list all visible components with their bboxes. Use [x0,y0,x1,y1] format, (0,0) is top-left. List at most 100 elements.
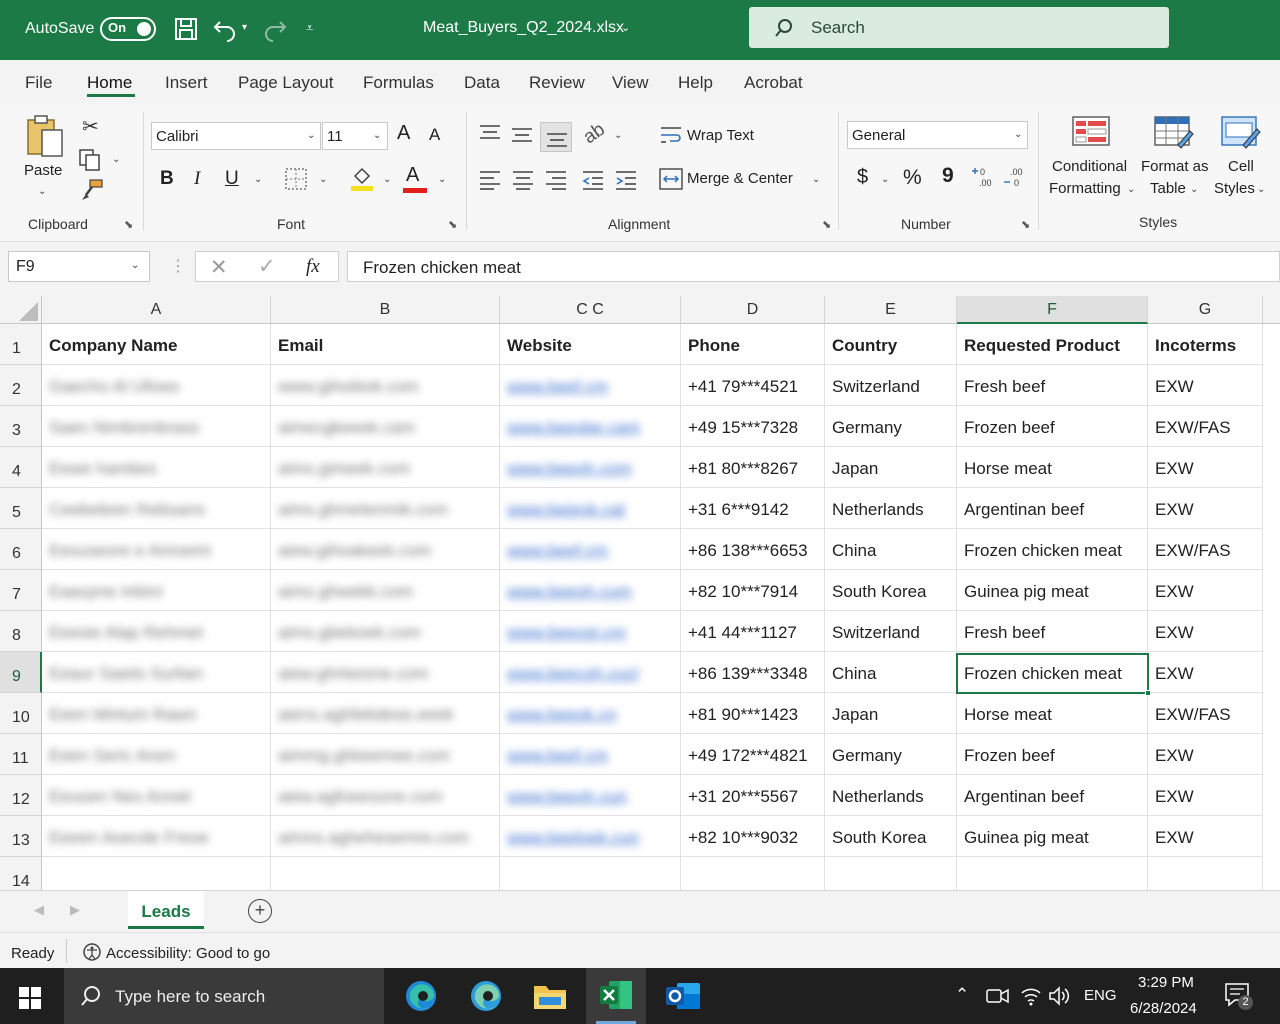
cell-header-company-name[interactable]: Company Name [42,324,271,365]
merge-center-icon[interactable] [659,168,683,190]
cell-email[interactable]: aiew.gihoakeek.com [271,529,500,570]
cell-requested-product[interactable]: Guinea pig meat [957,816,1148,857]
shrink-font-button[interactable]: A [429,125,440,145]
font-color-dropdown-icon[interactable]: ⌄ [438,174,446,185]
cell-country[interactable]: South Korea [825,816,957,857]
cell-phone[interactable]: +82 10***7914 [681,570,825,611]
scroll-sheets-right-icon[interactable]: ▶ [70,902,80,918]
comma-style-button[interactable]: 9 [942,164,954,188]
align-middle-icon[interactable] [511,126,533,144]
cell-website[interactable]: www.beecoh.cucl [500,652,681,693]
column-header-c[interactable]: C C [500,296,681,324]
format-as-table-label-1[interactable]: Format as [1141,158,1209,175]
sheet-tab-leads[interactable]: Leads [128,891,204,929]
cell-header-phone[interactable]: Phone [681,324,825,365]
tab-review[interactable]: Review [529,73,585,93]
column-header-d[interactable]: D [681,296,825,324]
cell-company-name[interactable]: Eesuseore e Amnemi [42,529,271,570]
cell-email[interactable]: aimns.aghehesemre.com [271,816,500,857]
cell-country[interactable]: Netherlands [825,775,957,816]
number-format-select[interactable]: General [847,121,1028,149]
cell-email[interactable]: aimmg.ghkeemee.com [271,734,500,775]
volume-icon[interactable] [1048,986,1070,1006]
insert-function-button[interactable]: fx [306,256,320,278]
cell-company-name[interactable]: Eeen Minlum Rawn [42,693,271,734]
tab-file[interactable]: File [25,73,52,93]
cell-country[interactable]: Switzerland [825,365,957,406]
scroll-sheets-left-icon[interactable]: ◀ [34,902,44,918]
customize-toolbar-icon[interactable]: ⩡ [306,20,313,36]
notifications-icon[interactable]: 2 [1225,983,1253,1010]
cell-country[interactable]: China [825,652,957,693]
row-header[interactable]: 13 [0,816,42,857]
tab-acrobat[interactable]: Acrobat [744,73,803,93]
tab-view[interactable]: View [612,73,649,93]
paste-button[interactable]: Paste [24,162,62,179]
cell-requested-product[interactable]: Frozen beef [957,406,1148,447]
tab-formulas[interactable]: Formulas [363,73,434,93]
cell-email[interactable]: aiew.ghrleesne.com [271,652,500,693]
paste-icon[interactable] [24,114,66,162]
formula-input[interactable]: Frozen chicken meat [347,251,1280,282]
format-as-table-label-2[interactable]: Table [1150,180,1186,197]
cell-email[interactable]: www.gihoibok.com [271,365,500,406]
fill-color-icon[interactable] [350,166,374,192]
wifi-icon[interactable] [1020,986,1042,1006]
cell-email[interactable]: aiens.aghfebdese.eeek [271,693,500,734]
select-all-corner[interactable] [0,296,42,324]
row-header[interactable]: 14 [0,857,42,890]
column-header-h[interactable] [1263,296,1280,324]
decrease-decimal-icon[interactable]: .00 0 [1002,166,1028,188]
accessibility-icon[interactable] [82,942,102,962]
cell-country[interactable]: China [825,529,957,570]
file-name[interactable]: Meat_Buyers_Q2_2024.xlsx [423,19,624,37]
column-header-a[interactable]: A [42,296,271,324]
name-box-chevron-icon[interactable]: ⌄ [131,260,139,271]
clock-date[interactable]: 6/28/2024 [1130,1000,1197,1017]
tab-data[interactable]: Data [464,73,500,93]
orientation-icon[interactable]: ab [580,119,610,149]
percent-button[interactable]: % [903,166,922,190]
cancel-entry-icon[interactable]: ✕ [210,255,228,280]
align-left-icon[interactable] [479,170,501,190]
cell-styles-icon[interactable] [1221,115,1261,149]
search-box[interactable]: Search [749,7,1169,48]
cell-company-name[interactable]: Eeesie Alap Rehmet [42,611,271,652]
clipboard-launcher-icon[interactable]: ⬊ [124,218,133,231]
row-header[interactable]: 7 [0,570,42,611]
save-icon[interactable] [173,16,199,42]
cell-website[interactable]: www.beeoh.com [500,447,681,488]
cell-header-requested-product[interactable]: Requested Product [957,324,1148,365]
wrap-text-button[interactable]: Wrap Text [687,127,754,144]
decrease-indent-icon[interactable] [582,170,604,190]
empty-cell[interactable] [957,857,1148,890]
row-header[interactable]: 11 [0,734,42,775]
cell-country[interactable]: Germany [825,406,957,447]
outlook-icon[interactable] [665,980,701,1012]
row-header[interactable]: 8 [0,611,42,652]
cell-phone[interactable]: +31 6***9142 [681,488,825,529]
tab-insert[interactable]: Insert [165,73,208,93]
row-header[interactable]: 4 [0,447,42,488]
fill-color-dropdown-icon[interactable]: ⌄ [383,174,391,185]
cell-company-name[interactable]: Eeeen Aoecde Freoe [42,816,271,857]
column-header-f[interactable]: F [957,296,1148,324]
file-explorer-icon[interactable] [533,981,567,1011]
cell-incoterms[interactable]: EXW/FAS [1148,406,1263,447]
cell-website[interactable]: www.beeok.cn [500,693,681,734]
tab-help[interactable]: Help [678,73,713,93]
cell-requested-product[interactable]: Fresh beef [957,611,1148,652]
cell-country[interactable]: South Korea [825,570,957,611]
tab-page-layout[interactable]: Page Layout [238,73,333,93]
redo-icon[interactable] [262,16,288,42]
copy-dropdown-icon[interactable]: ⌄ [112,154,120,165]
cell-incoterms[interactable]: EXW/FAS [1148,693,1263,734]
row-header[interactable]: 6 [0,529,42,570]
cell-phone[interactable]: +41 79***4521 [681,365,825,406]
borders-dropdown-icon[interactable]: ⌄ [319,174,327,185]
align-center-icon[interactable] [512,170,534,190]
cell-phone[interactable]: +31 20***5567 [681,775,825,816]
clock-time[interactable]: 3:29 PM [1138,974,1194,991]
cell-website[interactable]: www.beef.cm [500,734,681,775]
fill-handle[interactable] [1145,690,1151,696]
